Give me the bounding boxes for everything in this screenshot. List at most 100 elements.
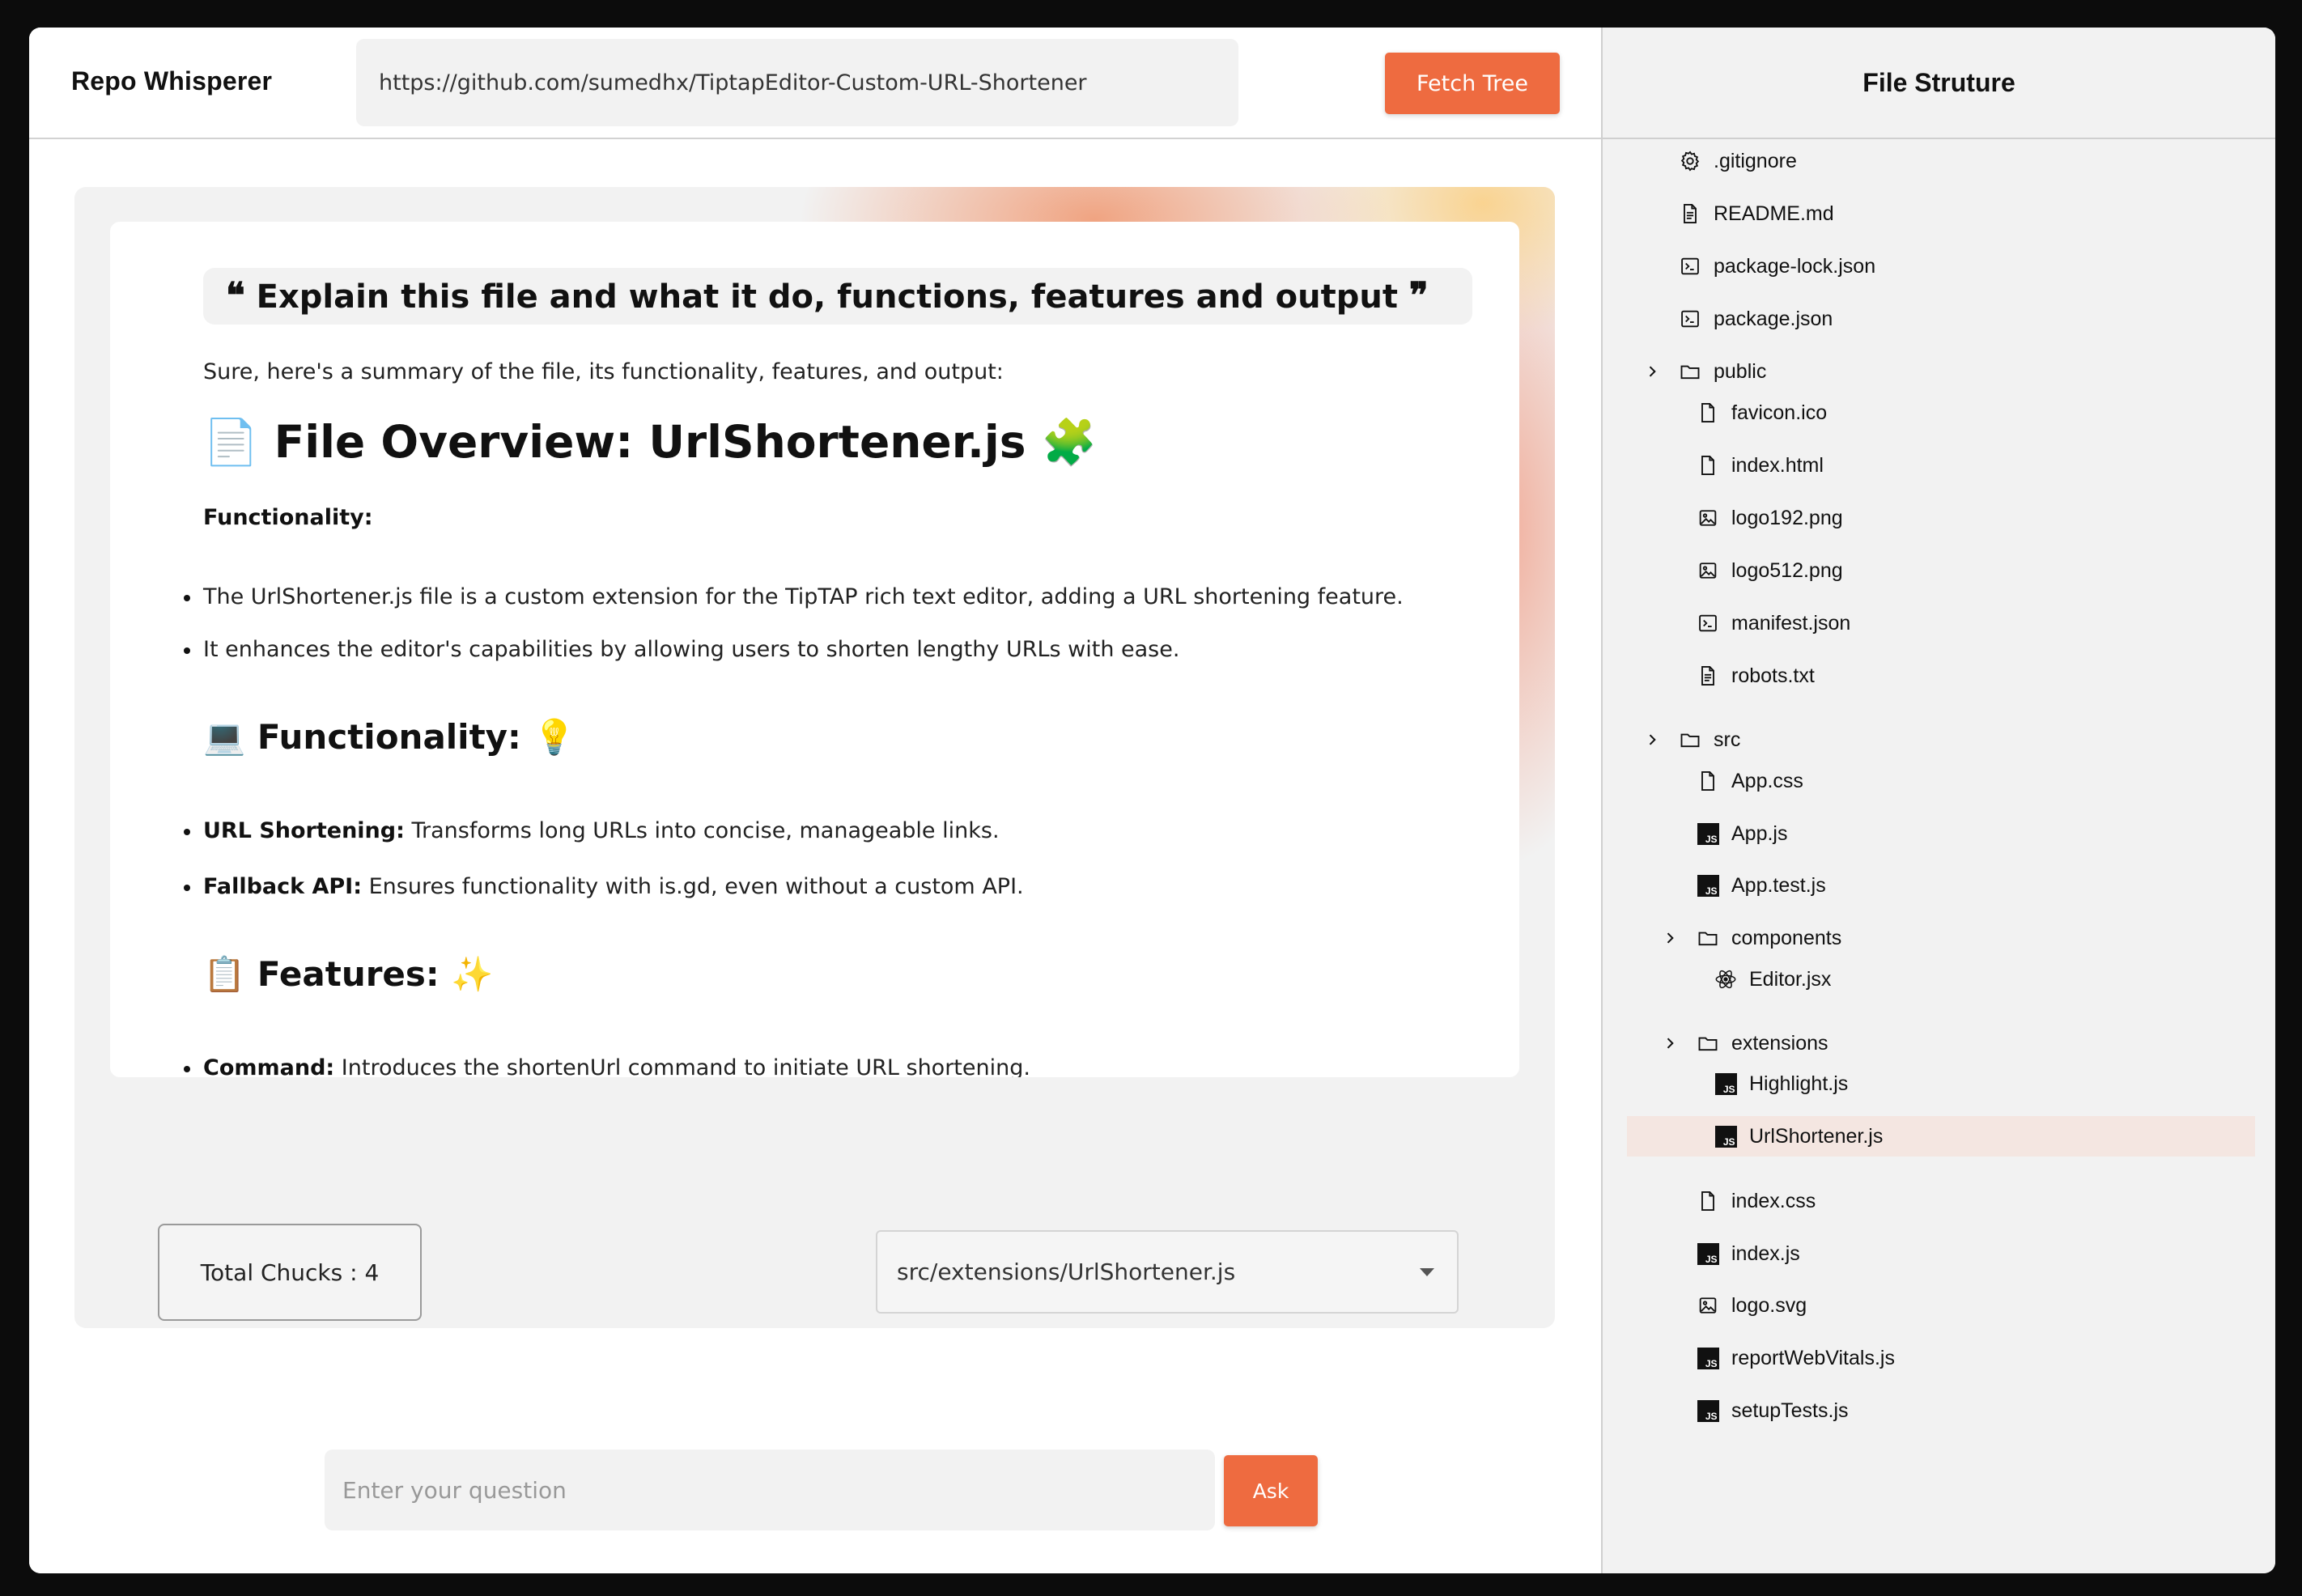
ask-button[interactable]: Ask [1224,1455,1318,1526]
tree-item-index-css[interactable]: index.css [1696,1181,1816,1221]
chevron-right-icon[interactable] [1642,362,1662,381]
tree-item-label: App.js [1731,821,1788,845]
list-item-term: URL Shortening: [203,818,405,843]
json-icon [1678,254,1702,278]
tree-item-label: package-lock.json [1714,254,1876,278]
json-icon [1696,611,1720,635]
puzzle-emoji-icon: 🧩 [1041,416,1098,468]
list-item: Command: Introduces the shortenUrl comma… [184,1055,1030,1077]
tree-item-label: index.js [1731,1242,1800,1265]
folder-icon [1696,1031,1720,1055]
tree-item-src[interactable]: src [1649,719,1740,760]
tree-item-app-test-js[interactable]: JS App.test.js [1696,865,1826,906]
page-emoji-icon: 📄 [203,416,259,468]
tree-item-favicon-ico[interactable]: favicon.ico [1696,393,1827,433]
list-item-term: Command: [203,1055,335,1077]
top-bar: Repo Whisperer Fetch Tree [29,28,1601,139]
response-panel: ❝ Explain this file and what it do, func… [74,187,1555,1328]
js-icon: JS [1696,821,1720,846]
tree-item-logo192-png[interactable]: logo192.png [1696,498,1843,538]
file-select-value: src/extensions/UrlShortener.js [897,1259,1236,1285]
functionality-heading: 💻 Functionality: 💡 [203,717,576,758]
list-item: It enhances the editor's capabilities by… [183,637,1180,662]
response-card[interactable]: ❝ Explain this file and what it do, func… [110,222,1519,1077]
caret-down-icon [1420,1268,1434,1276]
file-icon [1696,1189,1720,1213]
file-structure-sidebar: File Struture .gitignore README.md package… [1601,28,2275,1573]
tree-item-label: setupTests.js [1731,1399,1849,1422]
js-icon: JS [1714,1072,1738,1096]
image-icon [1696,558,1720,583]
tree-item-gitignore[interactable]: .gitignore [1678,141,1797,181]
chevron-right-icon[interactable] [1660,928,1680,948]
tree-item-public[interactable]: public [1649,351,1767,392]
file-select[interactable]: src/extensions/UrlShortener.js [876,1230,1459,1314]
tree-item-urlshortener-js[interactable]: JS UrlShortener.js [1627,1116,2255,1157]
laptop-emoji-icon: 💻 [203,717,246,757]
list-item: URL Shortening: Transforms long URLs int… [184,818,1000,843]
tree-item-label: reportWebVitals.js [1731,1346,1895,1369]
chevron-right-icon[interactable] [1660,1034,1680,1053]
repo-url-input[interactable] [356,39,1238,126]
tree-item-editor-jsx[interactable]: Editor.jsx [1714,959,1831,1000]
clipboard-emoji-icon: 📋 [203,954,246,994]
tree-item-package-lock-json[interactable]: package-lock.json [1678,246,1875,287]
response-title: 📄 File Overview: UrlShortener.js 🧩 [203,416,1097,469]
response-intro: Sure, here's a summary of the file, its … [203,359,1004,384]
tree-item-label: .gitignore [1714,149,1797,172]
tree-item-label: manifest.json [1731,611,1851,635]
tree-item-index-html[interactable]: index.html [1696,445,1824,486]
tree-item-label: robots.txt [1731,664,1815,687]
tree-item-label: App.css [1731,769,1803,792]
tree-item-logo-svg[interactable]: logo.svg [1696,1285,1807,1326]
tree-item-label: App.test.js [1731,873,1826,897]
tree-item-label: logo.svg [1731,1293,1807,1317]
tree-item-label: Editor.jsx [1749,967,1832,991]
tree-item-package-json[interactable]: package.json [1678,299,1833,339]
prompt-quote: ❝ Explain this file and what it do, func… [203,268,1472,325]
lightbulb-emoji-icon: 💡 [533,717,576,757]
folder-icon [1678,359,1702,384]
main-area: ❝ Explain this file and what it do, func… [29,141,1601,1573]
image-icon [1696,506,1720,530]
tree-item-label: extensions [1731,1031,1828,1055]
tree-item-readme-md[interactable]: README.md [1678,193,1834,234]
sparkles-emoji-icon: ✨ [451,954,494,994]
list-item: Fallback API: Ensures functionality with… [184,874,1024,899]
close-quote-icon: ❞ [1408,275,1429,316]
js-icon: JS [1696,1242,1720,1266]
tree-item-label: public [1714,359,1767,383]
tree-item-highlight-js[interactable]: JS Highlight.js [1714,1063,1848,1104]
js-icon: JS [1696,873,1720,898]
list-item-term: Fallback API: [203,874,363,899]
chevron-right-icon[interactable] [1642,730,1662,749]
tree-item-components[interactable]: components [1667,918,1842,958]
tree-item-label: index.css [1731,1189,1816,1212]
tree-item-index-js[interactable]: JS index.js [1696,1233,1800,1274]
tree-item-reportwebvitals-js[interactable]: JS reportWebVitals.js [1696,1338,1895,1378]
tree-item-app-js[interactable]: JS App.js [1696,813,1787,854]
app-window: Repo Whisperer Fetch Tree ❝ Explain this… [29,28,2275,1573]
tree-item-label: index.html [1731,453,1824,477]
list-item-text: Ensures functionality with is.gd, even w… [368,874,1024,899]
question-input[interactable] [325,1450,1215,1530]
tree-item-robots-txt[interactable]: robots.txt [1696,656,1815,696]
tree-item-setuptests-js[interactable]: JS setupTests.js [1696,1390,1849,1431]
features-heading-text: Features: [257,954,440,994]
tree-item-app-css[interactable]: App.css [1696,761,1803,801]
tree-item-extensions[interactable]: extensions [1667,1023,1828,1063]
folder-icon [1678,728,1702,752]
tree-item-label: components [1731,926,1842,949]
image-icon [1696,1293,1720,1318]
tree-item-label: logo192.png [1731,506,1843,529]
tree-item-label: Highlight.js [1749,1072,1849,1095]
open-quote-icon: ❝ [226,275,245,316]
section-heading-functionality: Functionality: [203,505,373,530]
gear-icon [1678,149,1702,173]
tree-item-manifest-json[interactable]: manifest.json [1696,603,1850,643]
js-icon: JS [1696,1399,1720,1423]
list-item-text: Introduces the shortenUrl command to ini… [341,1055,1030,1077]
fetch-tree-button[interactable]: Fetch Tree [1385,53,1560,114]
tree-item-logo512-png[interactable]: logo512.png [1696,550,1843,591]
tree-item-label: package.json [1714,307,1833,330]
